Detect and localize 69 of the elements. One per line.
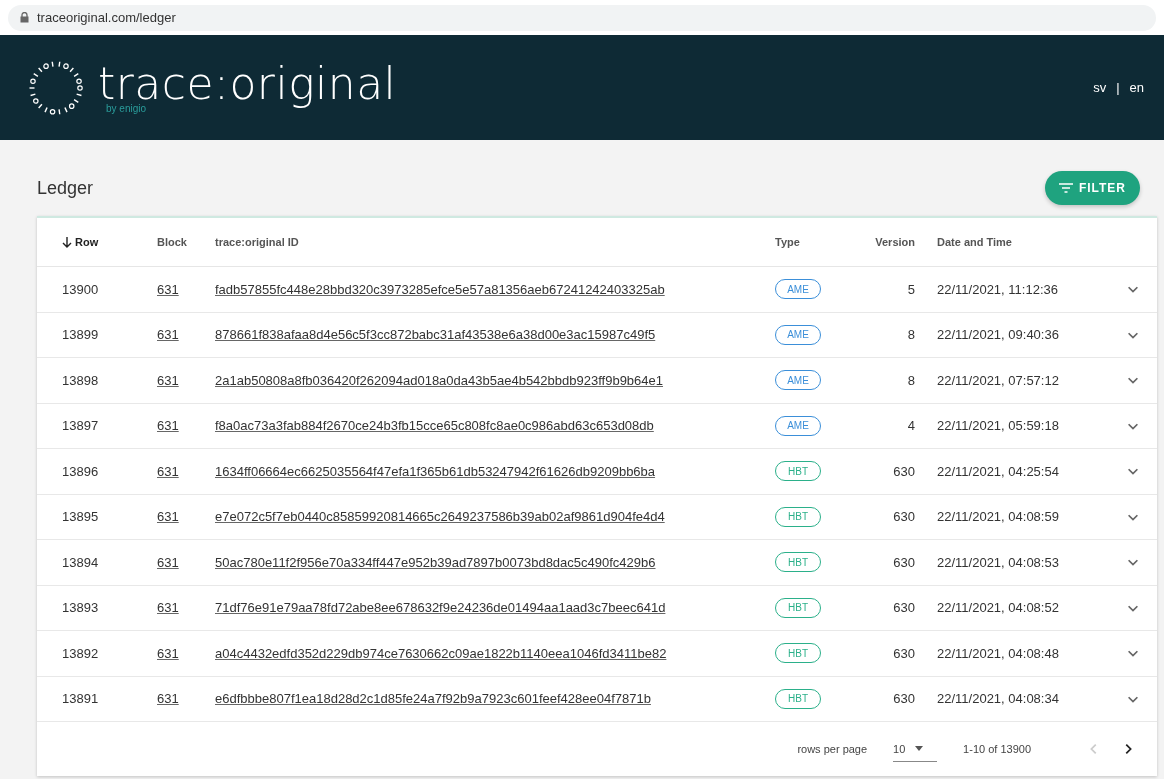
version-number: 630 <box>892 600 915 616</box>
id-link[interactable]: fadb57855fc448e28bbd320c3973285efce5e57a81356aeb67241242403325ab <box>215 281 665 297</box>
column-header[interactable]: Type <box>775 236 800 248</box>
block-link[interactable]: 631 <box>157 463 179 479</box>
version-number: 5 <box>906 281 915 297</box>
column-header[interactable]: Version <box>875 236 915 248</box>
row-number: 13892 <box>62 645 100 661</box>
date-time: 22/11/2021, 04:25:54 <box>936 463 1060 479</box>
id-link[interactable]: 71df76e91e79aa78fd72abe8ee678632f9e24236de01494aa1aad3c7beec641d <box>215 600 666 616</box>
date-time: 22/11/2021, 05:59:18 <box>936 418 1060 434</box>
brand-name: trace:original <box>98 61 397 106</box>
row-number: 13898 <box>62 372 100 388</box>
block-link[interactable]: 631 <box>157 372 179 388</box>
row-number: 13896 <box>62 463 100 479</box>
version-number: 630 <box>892 509 915 525</box>
id-link[interactable]: 2a1ab50808a8fb036420f262094ad018a0da43b5ae4b542bbdb923ff9b9b64e1 <box>215 372 663 388</box>
column-header[interactable]: Date and Time <box>937 236 1012 248</box>
block-link[interactable]: 631 <box>157 281 179 297</box>
version-number: 8 <box>906 327 915 343</box>
row-number: 13895 <box>62 509 100 525</box>
row-number: 13897 <box>62 418 100 434</box>
row-number: 13900 <box>62 281 100 297</box>
filter-icon <box>1058 183 1073 193</box>
id-link[interactable]: e7e072c5f7eb0440c85859920814665c2649237586b39ab02af9861d904fe4d4 <box>215 509 665 525</box>
row-number: 13893 <box>62 600 100 616</box>
date-time: 22/11/2021, 09:40:36 <box>936 327 1060 343</box>
id-link[interactable]: e6dfbbbe807f1ea18d28d2c1d85fe24a7f92b9a7923c601feef428ee04f7871b <box>215 691 651 707</box>
date-time: 22/11/2021, 04:08:52 <box>936 600 1060 616</box>
id-link[interactable]: 50ac780e11f2f956e70a334ff447e952b39ad7897b0073bd8dac5c490fc429b6 <box>215 554 656 570</box>
language-separator: | <box>1116 80 1120 95</box>
block-link[interactable]: 631 <box>157 418 179 434</box>
version-number: 8 <box>906 372 915 388</box>
version-number: 630 <box>892 691 915 707</box>
rows-per-page-label: rows per page <box>797 743 868 755</box>
row-number: 13894 <box>62 554 100 570</box>
block-link[interactable]: 631 <box>157 509 179 525</box>
language-link[interactable]: sv <box>1093 80 1107 95</box>
lock-icon <box>20 12 29 23</box>
date-time: 22/11/2021, 04:08:59 <box>936 509 1060 525</box>
row-number: 13891 <box>62 691 100 707</box>
id-link[interactable]: 878661f838afaa8d4e56c5f3cc872babc31af43538e6a38d00e3ac15987c49f5 <box>215 327 656 343</box>
date-time: 22/11/2021, 04:08:34 <box>936 691 1060 707</box>
block-link[interactable]: 631 <box>157 554 179 570</box>
id-link[interactable]: a04c4432edfd352d229db974ce7630662c09ae1822b1140eea1046fd3411be82 <box>215 645 667 661</box>
version-number: 630 <box>892 554 915 570</box>
address-bar[interactable]: traceoriginal.com/ledger <box>8 4 1156 31</box>
column-header[interactable]: Row <box>75 236 99 248</box>
url-text: traceoriginal.com/ledger <box>37 10 176 25</box>
id-link[interactable]: f8a0ac73a3fab884f2670ce24b3fb15cce65c808fc8ae0c986abd63c653d08db <box>215 418 654 434</box>
block-link[interactable]: 631 <box>157 691 179 707</box>
date-time: 22/11/2021, 04:08:48 <box>936 645 1060 661</box>
date-time: 22/11/2021, 04:08:53 <box>936 554 1060 570</box>
page-title: Ledger <box>37 177 94 199</box>
rows-per-page-select[interactable]: 10 <box>893 736 938 762</box>
row-number: 13899 <box>62 327 100 343</box>
column-header[interactable]: trace:original ID <box>215 236 299 248</box>
block-link[interactable]: 631 <box>157 600 179 616</box>
version-number: 630 <box>892 463 915 479</box>
date-time: 22/11/2021, 11:12:36 <box>936 281 1059 297</box>
block-link[interactable]: 631 <box>157 327 179 343</box>
version-number: 630 <box>892 645 915 661</box>
block-link[interactable]: 631 <box>157 645 179 661</box>
language-link[interactable]: en <box>1129 80 1144 95</box>
column-header[interactable]: Block <box>157 236 187 248</box>
version-number: 4 <box>906 418 915 434</box>
date-time: 22/11/2021, 07:57:12 <box>936 372 1060 388</box>
page-range: 1-10 of 13900 <box>963 743 1031 755</box>
dropdown-caret-icon <box>915 746 924 751</box>
id-link[interactable]: 1634ff06664ec6625035564f47efa1f365b61db53247942f61626db9209bb6ba <box>215 463 656 479</box>
